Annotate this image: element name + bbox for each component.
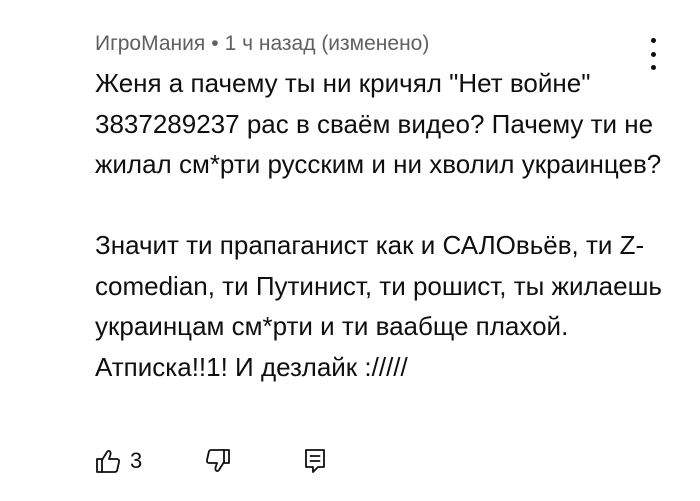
- comment: ИгроМания • 1 ч назад (изменено) Женя а па…: [0, 0, 700, 501]
- comment-actions: 3: [94, 445, 330, 477]
- like-button[interactable]: 3: [94, 447, 142, 475]
- thumbs-down-icon: [204, 447, 232, 475]
- thumbs-up-icon: [94, 447, 122, 475]
- comment-author[interactable]: ИгроМания: [95, 32, 205, 55]
- meta-separator: •: [211, 32, 219, 55]
- comment-timestamp: 1 ч назад (изменено): [224, 32, 430, 55]
- comment-body: Женя а пачему ты ни кричял "Нет войне" 3…: [95, 63, 675, 387]
- dislike-button[interactable]: [204, 447, 232, 475]
- comment-paragraph-2: Значит ти прапаганист как и САЛОвьёв, ти…: [95, 230, 662, 382]
- like-count: 3: [130, 448, 143, 473]
- reply-button[interactable]: [302, 447, 330, 475]
- more-vertical-icon: [650, 38, 656, 43]
- comment-reply-icon: [302, 447, 330, 475]
- more-vertical-icon-dot: [650, 51, 656, 57]
- comment-paragraph-1: Женя а пачему ты ни кричял "Нет войне" 3…: [95, 68, 662, 179]
- comment-header: ИгроМания • 1 ч назад (изменено): [95, 31, 429, 57]
